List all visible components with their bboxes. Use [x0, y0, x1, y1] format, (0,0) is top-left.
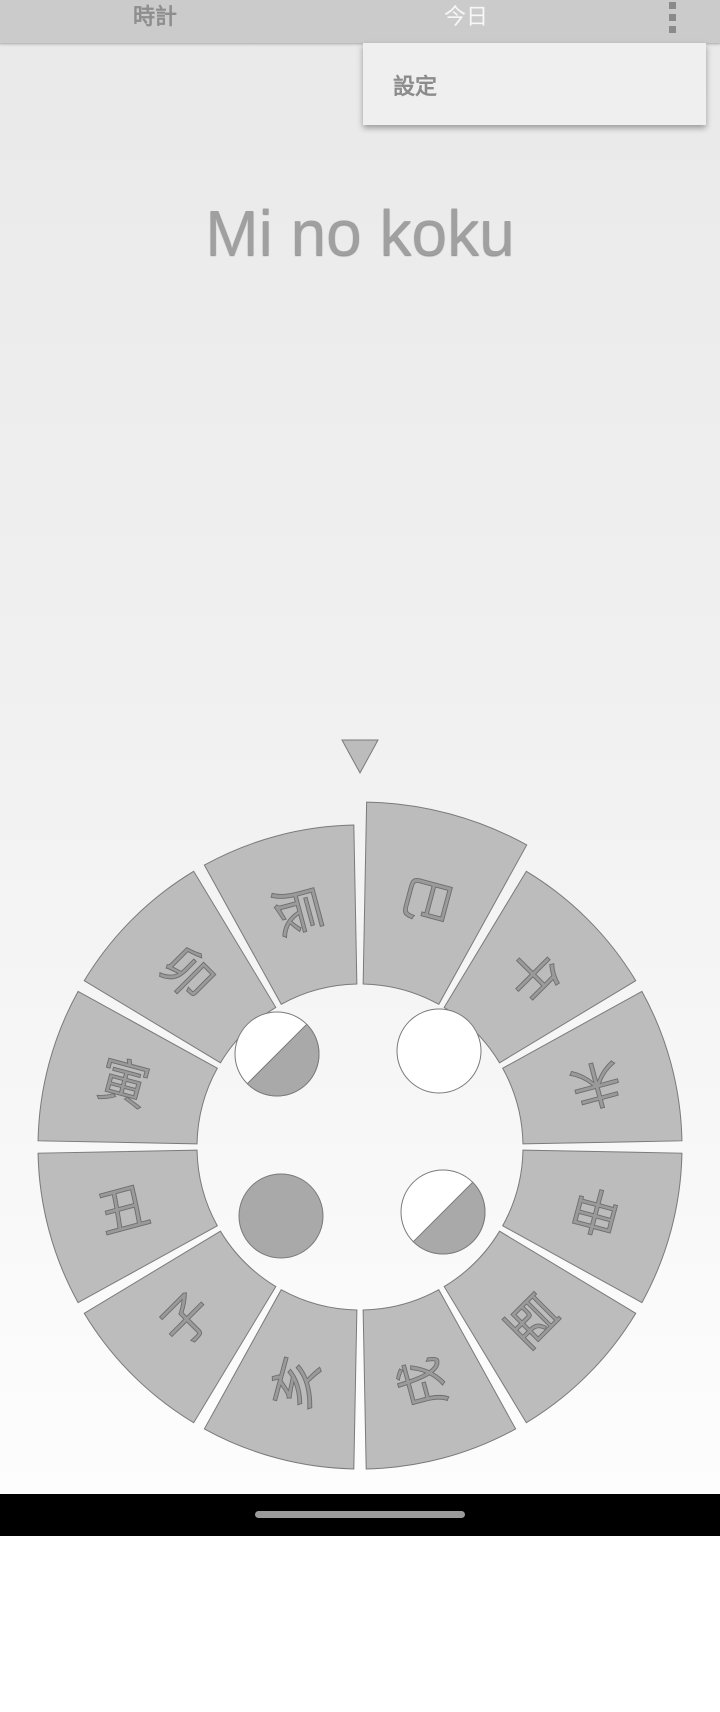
- zodiac-segments: [37, 801, 683, 1470]
- zodiac-hour-wheel: 巳午未申酉戌亥子丑寅卯辰: [37, 739, 683, 1470]
- waning-phase-icon: [234, 1011, 320, 1097]
- current-period-title: Mi no koku: [205, 197, 515, 269]
- top-app-bar: 時計 今日: [0, 0, 720, 44]
- app-screen: 時計 今日 設定 Mi no koku 巳午未申酉戌亥子丑寅卯辰: [0, 0, 720, 1494]
- menu-item-settings-label: 設定: [393, 75, 438, 100]
- waxing-phase-icon: [400, 1169, 486, 1255]
- tab-today[interactable]: 今日: [386, 0, 546, 36]
- menu-item-settings[interactable]: 設定: [363, 43, 706, 125]
- new-moon-phase-icon: [238, 1173, 324, 1259]
- overflow-menu-button[interactable]: [652, 0, 692, 40]
- full-moon-phase-icon: [396, 1008, 482, 1094]
- home-gesture-handle[interactable]: [255, 1511, 465, 1518]
- triangle-pointer-icon: [341, 739, 379, 775]
- moon-phase-indicators: [234, 1008, 486, 1259]
- system-navigation-bar: [0, 1494, 720, 1536]
- tab-clock[interactable]: 時計: [75, 0, 235, 36]
- overflow-popup-menu: 設定: [363, 43, 706, 125]
